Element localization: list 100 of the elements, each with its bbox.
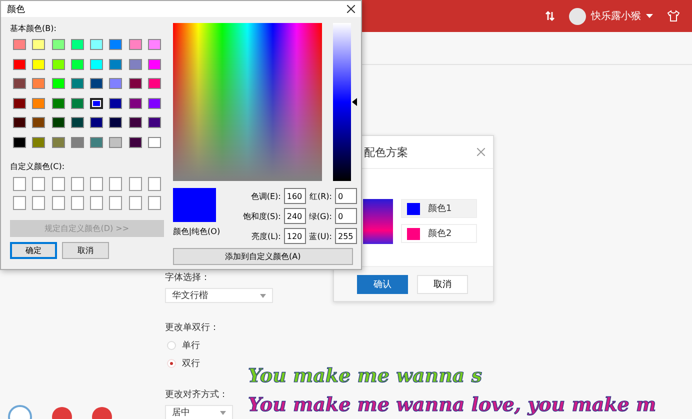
color-swatch[interactable] xyxy=(128,78,142,89)
color-swatch[interactable] xyxy=(52,58,65,70)
align-select[interactable]: 居中 xyxy=(165,405,233,419)
color-swatch[interactable] xyxy=(32,136,46,148)
value-field[interactable]: 160 xyxy=(284,188,306,204)
swap-arrows-icon[interactable] xyxy=(545,11,555,21)
color-swatch[interactable] xyxy=(90,39,104,50)
value-field[interactable]: 120 xyxy=(284,228,306,244)
shirt-icon[interactable] xyxy=(667,10,680,22)
radio-label[interactable]: 双行 xyxy=(182,356,200,370)
color-swatch[interactable] xyxy=(13,98,26,108)
color-option-label: 颜色2 xyxy=(428,228,452,240)
color-swatch[interactable] xyxy=(52,39,65,50)
caret-icon[interactable] xyxy=(646,14,653,18)
custom-color-swatch[interactable] xyxy=(70,196,84,210)
color-option[interactable]: 颜色2 xyxy=(401,224,477,243)
color-swatch[interactable] xyxy=(52,136,65,148)
custom-color-swatch[interactable] xyxy=(90,176,104,190)
lyric-preview-text: You make me wanna love, you make m xyxy=(248,395,658,416)
color-swatch[interactable] xyxy=(148,78,162,89)
custom-color-swatch[interactable] xyxy=(128,196,142,210)
color-swatch[interactable] xyxy=(109,98,122,108)
color-swatch[interactable] xyxy=(32,117,46,128)
caret-icon xyxy=(220,410,226,414)
color-swatch[interactable] xyxy=(13,136,26,148)
cancel-button[interactable]: 取消 xyxy=(417,274,468,294)
radio-button[interactable] xyxy=(167,340,176,350)
color-spectrum[interactable] xyxy=(172,23,322,181)
color-swatch[interactable] xyxy=(13,39,26,50)
dialog-title: 配色方案 xyxy=(364,144,408,160)
custom-color-swatch[interactable] xyxy=(109,196,122,210)
color-swatch[interactable] xyxy=(128,58,142,70)
color-swatch[interactable] xyxy=(32,78,46,89)
custom-color-swatch[interactable] xyxy=(13,196,26,210)
radio-label[interactable]: 单行 xyxy=(182,338,200,352)
color-swatch[interactable] xyxy=(90,78,104,89)
color-swatch[interactable] xyxy=(128,117,142,128)
color-preview xyxy=(172,188,216,222)
color-swatch[interactable] xyxy=(13,58,26,70)
color-swatch[interactable] xyxy=(148,117,162,128)
custom-color-swatch[interactable] xyxy=(148,176,162,190)
color-swatch[interactable] xyxy=(109,136,122,148)
color-swatch[interactable] xyxy=(70,117,84,128)
color-swatch[interactable] xyxy=(148,58,162,70)
color-option[interactable]: 颜色1 xyxy=(401,199,477,218)
value-field[interactable]: 255 xyxy=(335,228,357,244)
color-swatch[interactable] xyxy=(90,98,104,108)
basic-colors-label: 基本颜色(B): xyxy=(10,23,58,35)
slider-arrow[interactable] xyxy=(352,98,357,106)
color-swatch[interactable] xyxy=(70,78,84,89)
color-swatch[interactable] xyxy=(32,58,46,70)
custom-color-swatch[interactable] xyxy=(32,176,46,190)
color-swatch[interactable] xyxy=(70,58,84,70)
custom-color-swatch[interactable] xyxy=(32,196,46,210)
color-swatch[interactable] xyxy=(109,78,122,89)
custom-color-swatch[interactable] xyxy=(90,196,104,210)
color-swatch[interactable] xyxy=(128,136,142,148)
color-swatch[interactable] xyxy=(148,136,162,148)
color-swatch[interactable] xyxy=(109,117,122,128)
color-swatch[interactable] xyxy=(90,136,104,148)
color-swatch[interactable] xyxy=(32,39,46,50)
color-swatch[interactable] xyxy=(148,39,162,50)
field-label: 色调(E): xyxy=(250,190,281,202)
color-swatch[interactable] xyxy=(52,78,65,89)
value-field[interactable]: 0 xyxy=(335,208,357,224)
radio-button[interactable] xyxy=(167,358,176,368)
color-swatch[interactable] xyxy=(70,136,84,148)
color-swatch[interactable] xyxy=(90,117,104,128)
font-select[interactable]: 华文行楷 xyxy=(165,288,273,303)
close-icon[interactable] xyxy=(347,5,355,13)
gradient-preview xyxy=(363,199,393,244)
confirm-button[interactable]: 确认 xyxy=(357,274,408,294)
custom-color-swatch[interactable] xyxy=(109,176,122,190)
color-swatch[interactable] xyxy=(52,117,65,128)
custom-color-swatch[interactable] xyxy=(13,176,26,190)
color-swatch[interactable] xyxy=(128,39,142,50)
custom-color-swatch[interactable] xyxy=(52,176,65,190)
color-swatch[interactable] xyxy=(13,78,26,89)
custom-color-swatch[interactable] xyxy=(52,196,65,210)
color-swatch[interactable] xyxy=(109,58,122,70)
color-swatch[interactable] xyxy=(90,58,104,70)
color-swatch[interactable] xyxy=(70,39,84,50)
color-swatch[interactable] xyxy=(13,117,26,128)
add-to-custom-colors-button[interactable]: 添加到自定义颜色(A) xyxy=(172,248,353,265)
color-swatch[interactable] xyxy=(52,98,65,108)
custom-color-swatch[interactable] xyxy=(148,196,162,210)
color-swatch[interactable] xyxy=(148,98,162,108)
color-swatch[interactable] xyxy=(128,98,142,108)
value-field[interactable]: 0 xyxy=(335,188,357,204)
user-name[interactable]: 快乐露小猴 xyxy=(591,9,641,23)
window-title: 颜色 xyxy=(7,4,25,16)
color-swatch[interactable] xyxy=(109,39,122,50)
custom-color-swatch[interactable] xyxy=(128,176,142,190)
user-avatar[interactable] xyxy=(569,8,586,24)
ok-button[interactable]: 确定 xyxy=(10,242,57,258)
value-field[interactable]: 240 xyxy=(284,208,306,224)
cancel-button[interactable]: 取消 xyxy=(62,242,109,258)
color-swatch[interactable] xyxy=(70,98,84,108)
custom-color-swatch[interactable] xyxy=(70,176,84,190)
color-swatch[interactable] xyxy=(32,98,46,108)
